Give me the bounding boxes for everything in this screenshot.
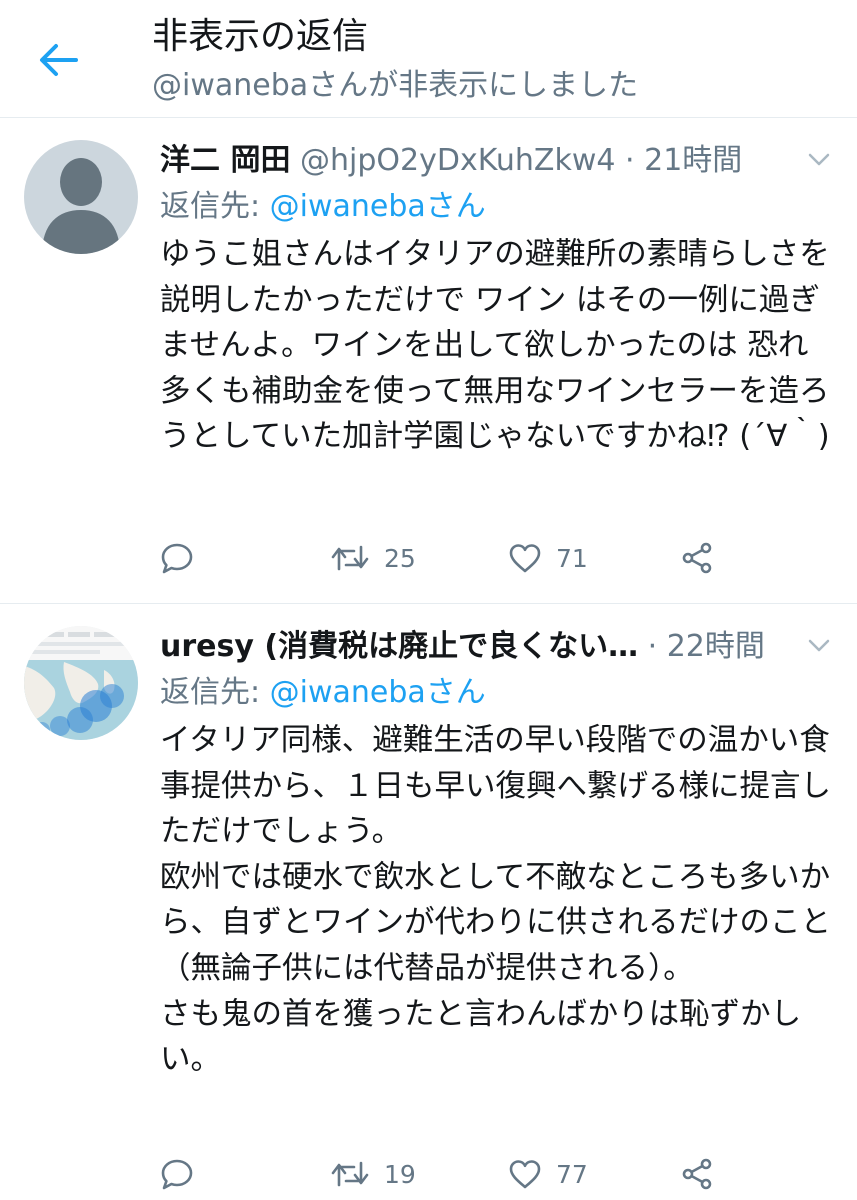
top-app-bar: 非表示の返信 @iwanebaさんが非表示にしました	[0, 0, 857, 118]
reply-mention-link[interactable]: @iwanebaさん	[270, 675, 486, 710]
display-name[interactable]: uresy (消費税は廃止で良くない…	[160, 629, 638, 664]
tweet-menu-button[interactable]	[805, 634, 833, 658]
map-avatar-icon	[24, 626, 138, 740]
share-icon	[682, 1158, 712, 1190]
tweet-actions: 25 71	[160, 536, 720, 580]
reply-icon	[161, 543, 193, 574]
retweet-button[interactable]: 19	[330, 1152, 416, 1196]
separator-dot: ·	[625, 143, 635, 178]
chevron-down-icon	[808, 153, 830, 166]
reply-context: 返信先: @iwanebaさん	[160, 672, 486, 714]
tweet-menu-button[interactable]	[805, 148, 833, 172]
share-button[interactable]	[680, 1152, 714, 1196]
like-count: 77	[556, 1159, 588, 1189]
heart-icon	[509, 544, 541, 573]
reply-prefix: 返信先:	[160, 189, 270, 224]
chevron-down-icon	[808, 639, 830, 652]
avatar[interactable]	[24, 140, 138, 254]
reply-prefix: 返信先:	[160, 675, 270, 710]
reply-button[interactable]	[160, 1152, 208, 1196]
heart-icon	[509, 1160, 541, 1189]
reply-icon	[161, 1159, 193, 1190]
reply-button[interactable]	[160, 536, 208, 580]
user-handle[interactable]: @hjpO2yDxKuhZkw4	[300, 143, 615, 178]
tweet-header: uresy (消費税は廃止で良くない… · 22時間	[160, 626, 800, 668]
tweet-text: ゆうこ姐さんはイタリアの避難所の素晴らしさを説明したかっただけで ワイン はその…	[160, 237, 830, 455]
page-subtitle: @iwanebaさんが非表示にしました	[152, 68, 639, 103]
retweet-icon	[331, 545, 369, 571]
avatar[interactable]	[24, 626, 138, 740]
share-button[interactable]	[680, 536, 714, 580]
retweet-count: 19	[384, 1159, 416, 1189]
timestamp[interactable]: 22時間	[667, 629, 765, 664]
like-button[interactable]: 77	[508, 1152, 588, 1196]
tweet-text: イタリア同様、避難生活の早い段階での温かい食事提供から、１日も早い復興へ繋げる様…	[160, 723, 831, 1078]
like-button[interactable]: 71	[508, 536, 588, 580]
hidden-replies-screen: 非表示の返信 @iwanebaさんが非表示にしました 洋二 岡田 @hjpO2y…	[0, 0, 857, 1200]
back-button[interactable]	[30, 36, 86, 84]
default-avatar-icon	[24, 140, 138, 254]
tweet-actions: 19 77	[160, 1152, 720, 1196]
arrow-left-icon	[40, 44, 78, 76]
tweet-header: 洋二 岡田 @hjpO2yDxKuhZkw4 · 21時間	[160, 140, 800, 182]
reply-context: 返信先: @iwanebaさん	[160, 186, 486, 228]
reply-mention-link[interactable]: @iwanebaさん	[270, 189, 486, 224]
share-icon	[682, 542, 712, 574]
retweet-button[interactable]: 25	[330, 536, 416, 580]
tweet[interactable]: uresy (消費税は廃止で良くない… · 22時間 返信先: @iwaneba…	[0, 604, 857, 1200]
timestamp[interactable]: 21時間	[644, 143, 742, 178]
display-name[interactable]: 洋二 岡田	[160, 143, 290, 178]
separator-dot: ·	[647, 629, 658, 664]
page-title: 非表示の返信	[152, 16, 369, 57]
tweet[interactable]: 洋二 岡田 @hjpO2yDxKuhZkw4 · 21時間 返信先: @iwan…	[0, 118, 857, 604]
retweet-icon	[331, 1161, 369, 1187]
retweet-count: 25	[384, 543, 416, 573]
like-count: 71	[556, 543, 588, 573]
